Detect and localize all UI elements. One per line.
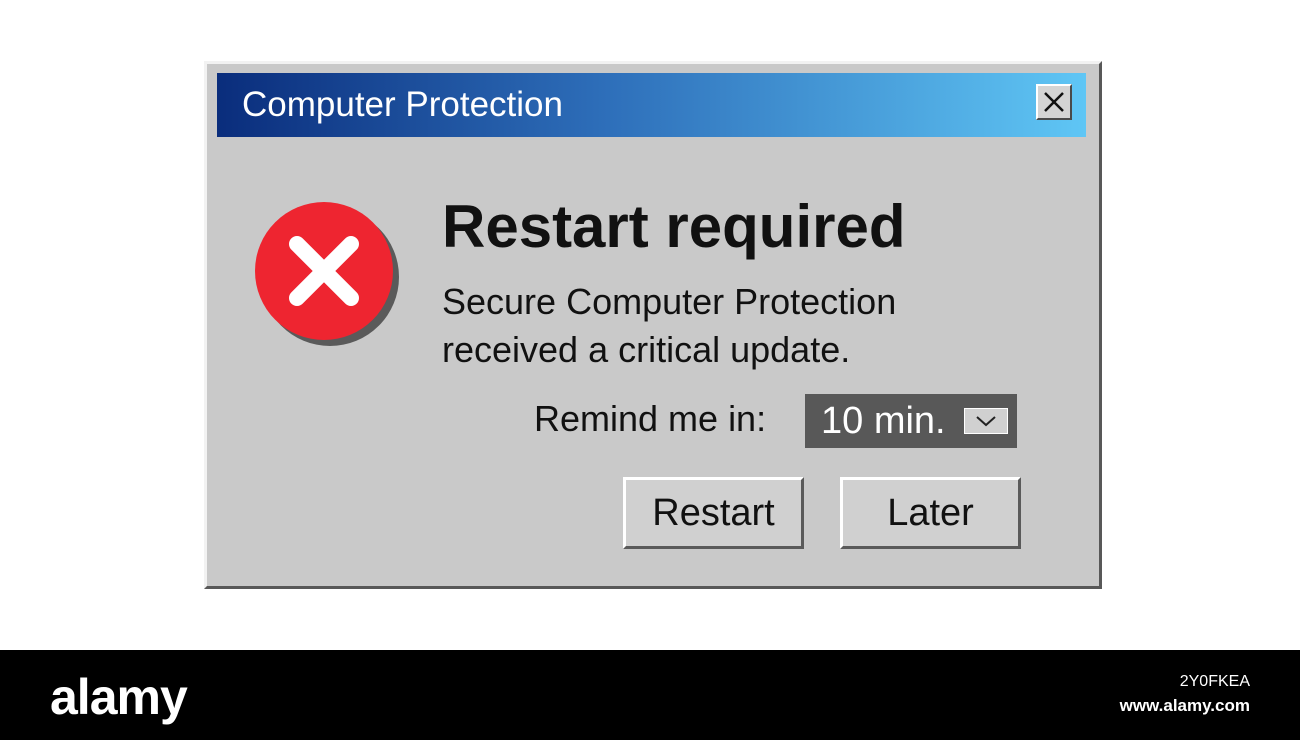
dialog-title: Computer Protection	[242, 85, 563, 124]
message-line-2: received a critical update.	[442, 329, 851, 370]
dialog-message: Secure Computer Protection received a cr…	[442, 278, 1002, 374]
close-icon	[1044, 92, 1064, 112]
dropdown-button[interactable]	[964, 408, 1008, 434]
remind-interval-value: 10 min.	[821, 400, 946, 442]
error-icon	[255, 202, 399, 346]
dialog-headline: Restart required	[442, 193, 906, 260]
chevron-down-icon	[976, 416, 996, 427]
close-button[interactable]	[1036, 84, 1072, 120]
restart-dialog: Computer Protection Restart required Sec…	[204, 61, 1102, 589]
alamy-logo: alamy	[50, 669, 188, 725]
title-bar[interactable]: Computer Protection	[217, 73, 1086, 137]
later-button[interactable]: Later	[840, 477, 1021, 549]
remind-interval-select[interactable]: 10 min.	[805, 394, 1017, 448]
restart-button[interactable]: Restart	[623, 477, 804, 549]
message-line-1: Secure Computer Protection	[442, 281, 897, 322]
stock-footer: alamy 2Y0FKEA www.alamy.com	[0, 650, 1300, 740]
footer-url: www.alamy.com	[1119, 696, 1250, 715]
remind-label: Remind me in:	[534, 398, 767, 439]
image-id: 2Y0FKEA	[1179, 673, 1250, 690]
